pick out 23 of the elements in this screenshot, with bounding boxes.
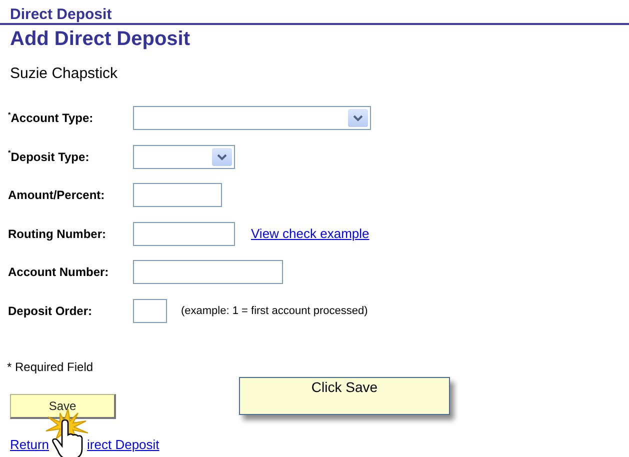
dropdown-field[interactable] — [133, 144, 235, 169]
field-label: Routing Number: — [7, 226, 107, 243]
return-link[interactable]: irect Deposit — [87, 435, 160, 454]
page-title: Add Direct Deposit — [10, 27, 192, 51]
employee-name: Suzie Chapstick — [10, 65, 119, 83]
field-label: $^{*}$Deposit Type: — [7, 148, 90, 166]
required-note: * Required Field — [7, 359, 94, 376]
field-hint: (example: 1 = first account processed) — [181, 304, 368, 318]
field-label: Deposit Order: — [7, 302, 94, 320]
save-button[interactable]: Save — [10, 394, 116, 419]
dropdown-field[interactable] — [133, 106, 371, 130]
chevron-down-icon — [353, 115, 363, 122]
input-field[interactable] — [133, 183, 222, 208]
check-example-link[interactable]: View check example — [251, 224, 370, 244]
callout-note: Click Save — [239, 377, 450, 415]
field-label: Amount/Percent: — [7, 187, 106, 204]
input-field[interactable] — [133, 222, 235, 246]
input-field[interactable] — [133, 260, 283, 284]
field-label: Account Number: — [7, 264, 110, 282]
input-field[interactable] — [133, 298, 167, 323]
chevron-down-icon — [217, 154, 227, 161]
section-title: Direct Deposit — [0, 0, 629, 25]
field-label: $^{*}$Account Type: — [7, 110, 94, 128]
